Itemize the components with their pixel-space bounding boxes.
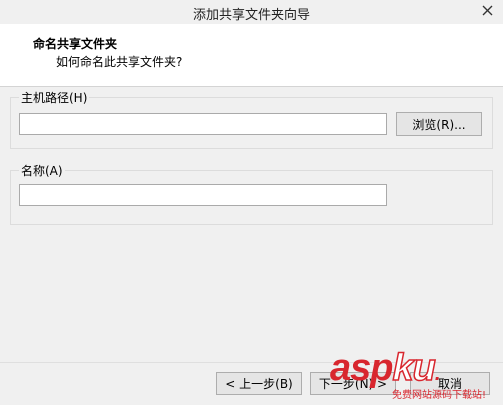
wizard-header: 命名共享文件夹 如何命名此共享文件夹? [0,24,503,87]
browse-button[interactable]: 浏览(R)... [396,112,482,136]
watermark-logo: aspku. 免费网站源码下载站! [330,347,500,404]
watermark-asp: asp [330,347,393,389]
page-subtitle: 如何命名此共享文件夹? [56,55,183,69]
close-button[interactable] [471,0,503,20]
window-title: 添加共享文件夹向导 [192,8,310,23]
host-path-input[interactable] [19,113,387,135]
host-path-label: 主机路径(H) [19,91,90,105]
back-button[interactable]: < 上一步(B) [216,372,302,395]
watermark-tagline: 免费网站源码下载站! [392,390,487,401]
close-icon [482,5,492,15]
watermark-dot: . [434,363,440,385]
name-input[interactable] [19,184,387,206]
title-bar: 添加共享文件夹向导 [0,0,503,24]
watermark-ku: ku [392,347,437,389]
name-label: 名称(A) [19,164,65,178]
page-title: 命名共享文件夹 [33,37,118,51]
